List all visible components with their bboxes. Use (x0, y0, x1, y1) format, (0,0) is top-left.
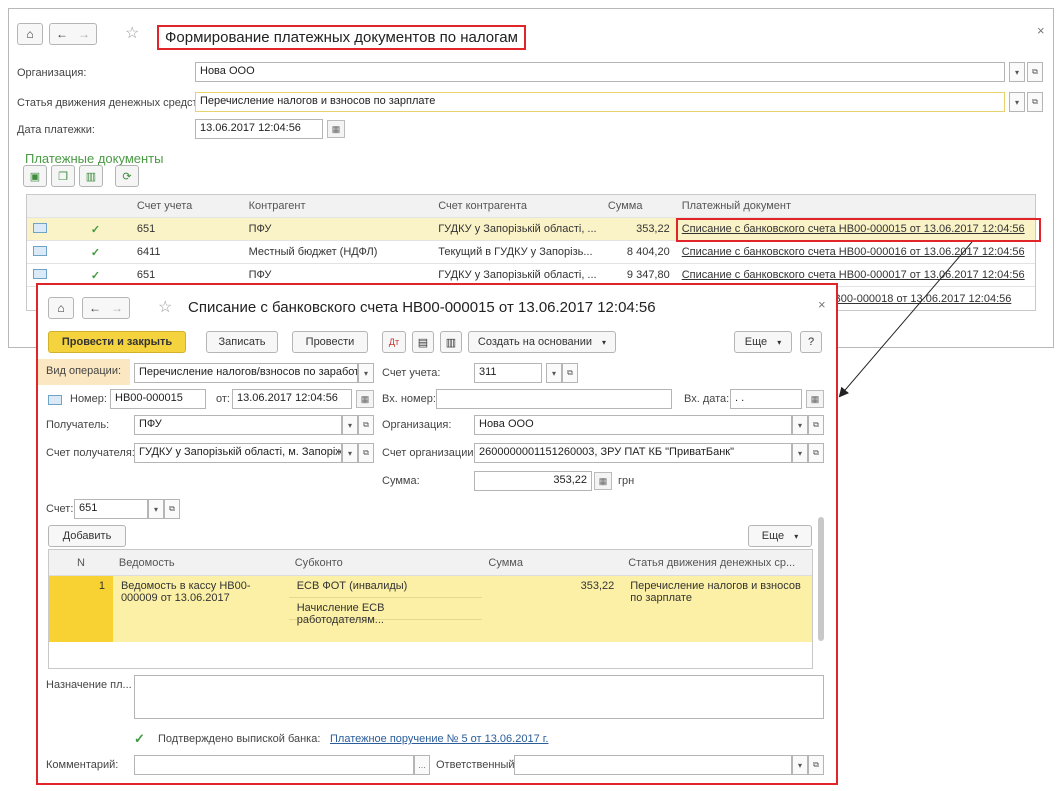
pointer-arrow (838, 241, 973, 398)
